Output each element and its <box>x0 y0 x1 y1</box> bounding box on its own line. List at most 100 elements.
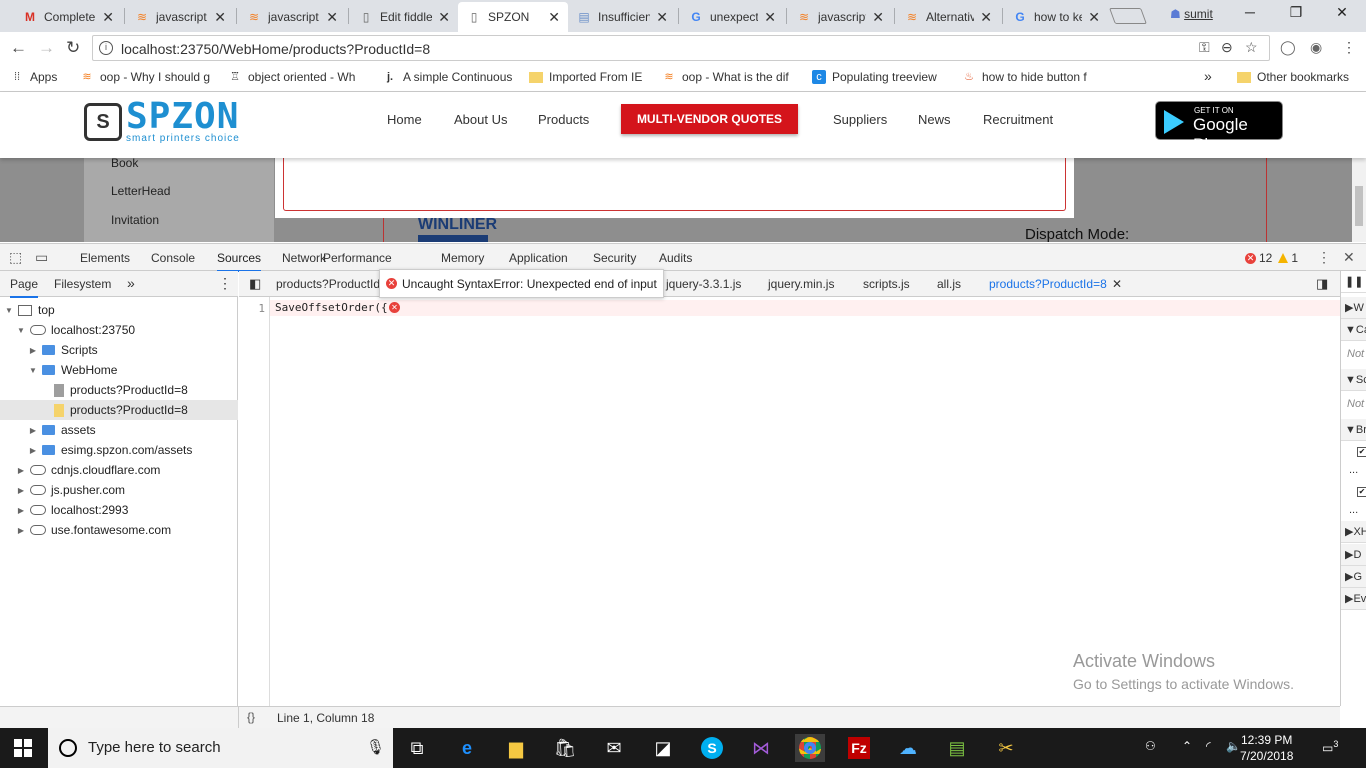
tree-item-products-selected[interactable]: products?ProductId=8 <box>0 400 238 420</box>
spzon-logo[interactable]: S SPZON smart printers choice <box>84 99 240 144</box>
task-view-icon[interactable]: ⧉ <box>402 734 432 762</box>
skype-icon[interactable]: S <box>697 734 727 762</box>
bookmark-item[interactable]: ♖ object oriented - Wh <box>228 70 364 84</box>
nav-home[interactable]: Home <box>387 112 422 127</box>
breakpoint-checkbox[interactable]: ✔ <box>1357 447 1366 457</box>
browser-tab[interactable]: ≋ javascript ✕ <box>126 2 234 32</box>
zoom-icon[interactable]: ⊖ <box>1221 39 1233 56</box>
page-scrollbar[interactable] <box>1352 158 1366 242</box>
close-editor-tab-icon[interactable]: ✕ <box>1112 277 1122 291</box>
app-icon[interactable]: ☁ <box>893 734 923 762</box>
toggle-debugger-icon[interactable]: ◨ <box>1316 276 1328 292</box>
tab-audits[interactable]: Audits <box>659 251 692 265</box>
bookmark-item[interactable]: Other bookmarks <box>1237 70 1349 84</box>
minimize-icon[interactable]: ─ <box>1238 4 1262 20</box>
nav-about-us[interactable]: About Us <box>454 112 507 127</box>
tab-application[interactable]: Application <box>509 251 568 265</box>
editor-tab[interactable]: all.js <box>937 277 961 291</box>
side-link-letterhead[interactable]: LetterHead <box>111 184 170 198</box>
tree-item-cdnjs[interactable]: ▶ cdnjs.cloudflare.com <box>0 460 238 480</box>
close-tab-icon[interactable]: ✕ <box>438 9 450 26</box>
multi-vendor-quotes-button[interactable]: MULTI-VENDOR QUOTES <box>621 104 798 134</box>
browser-tab[interactable]: G how to ke ✕ <box>1004 2 1108 32</box>
browser-tab[interactable]: ▤ Insufficient ✕ <box>568 2 676 32</box>
volume-icon[interactable]: 🔈 <box>1226 739 1241 753</box>
sidebar-section[interactable]: ▶ W <box>1341 297 1366 319</box>
edge-icon[interactable]: e <box>452 734 482 762</box>
tree-item-assets[interactable]: ▶ assets <box>0 420 238 440</box>
breakpoint-checkbox[interactable]: ✔ <box>1357 487 1366 497</box>
close-tab-icon[interactable]: ✕ <box>980 9 992 26</box>
code-line-error[interactable]: SaveOffsetOrder({ ✕ <box>270 300 1340 316</box>
nav-suppliers[interactable]: Suppliers <box>833 112 887 127</box>
bookmark-item[interactable]: c Populating treeview <box>812 70 937 84</box>
editor-tab[interactable]: scripts.js <box>863 277 910 291</box>
visual-studio-icon[interactable]: ⋈ <box>746 734 776 762</box>
bookmark-item[interactable]: ≋ oop - Why I should g <box>80 70 214 84</box>
side-link-book[interactable]: Book <box>111 158 138 170</box>
tree-item-fontawesome[interactable]: ▶ use.fontawesome.com <box>0 520 238 540</box>
close-tab-icon[interactable]: ✕ <box>102 9 114 26</box>
bookmark-item[interactable]: Imported From IE <box>529 70 642 84</box>
scrollbar-thumb[interactable] <box>1355 186 1363 226</box>
sidebar-section[interactable]: ▼ Br <box>1341 419 1366 441</box>
tree-item-products[interactable]: products?ProductId=8 <box>0 380 238 400</box>
sidebar-section[interactable]: ▼ Sc <box>1341 369 1366 391</box>
tab-network[interactable]: Network <box>282 251 326 265</box>
bookmark-item[interactable]: ⁞⁞ Apps <box>10 70 57 84</box>
devtools-close-icon[interactable]: ✕ <box>1343 249 1355 266</box>
filezilla-icon[interactable]: Fz <box>844 734 874 762</box>
inline-error-icon[interactable]: ✕ <box>389 302 400 313</box>
editor-tab[interactable]: jquery-3.3.1.js <box>666 277 741 291</box>
address-bar[interactable]: i localhost:23750/WebHome/products?Produ… <box>92 35 1270 61</box>
browser-tab[interactable]: ≋ Alternative ✕ <box>896 2 1000 32</box>
mail-icon[interactable]: ✉ <box>599 734 629 762</box>
tree-item-pusher[interactable]: ▶ js.pusher.com <box>0 480 238 500</box>
store-icon[interactable]: 🛍 <box>550 734 580 762</box>
device-toggle-icon[interactable]: ▭ <box>35 249 48 266</box>
bookmark-item[interactable]: ♨ how to hide button f <box>962 70 1098 84</box>
reload-icon[interactable]: ↻ <box>66 38 80 58</box>
sticky-notes-icon[interactable]: ◪ <box>648 734 678 762</box>
extension-icon[interactable]: ◉ <box>1310 39 1322 56</box>
taskbar-search[interactable]: Type here to search 🎙 <box>48 728 393 768</box>
tab-performance[interactable]: Performance <box>323 251 392 265</box>
tab-filesystem[interactable]: Filesystem <box>54 277 111 291</box>
sidebar-section[interactable]: ▶ G <box>1341 566 1366 588</box>
close-tab-icon[interactable]: ✕ <box>656 9 668 26</box>
close-tab-icon[interactable]: ✕ <box>764 9 776 26</box>
snipping-tool-icon[interactable]: ✂ <box>991 734 1021 762</box>
tab-memory[interactable]: Memory <box>441 251 484 265</box>
line-number[interactable]: 1 <box>258 302 265 315</box>
people-icon[interactable]: ⚇ <box>1145 739 1156 753</box>
restore-icon[interactable]: ❐ <box>1284 4 1308 21</box>
profile-button[interactable]: ☗ sumit <box>1170 7 1213 21</box>
editor-tab[interactable]: jquery.min.js <box>768 277 834 291</box>
google-play-badge[interactable]: GET IT ON Google Play <box>1155 101 1283 154</box>
close-tab-icon[interactable]: ✕ <box>872 9 884 26</box>
tab-elements[interactable]: Elements <box>80 251 130 265</box>
info-icon[interactable]: i <box>99 41 113 55</box>
new-tab-button[interactable] <box>1109 8 1147 24</box>
tab-sources[interactable]: Sources <box>217 251 262 272</box>
pause-icon[interactable]: ❚❚ <box>1341 271 1366 293</box>
tab-security[interactable]: Security <box>593 251 636 265</box>
close-window-icon[interactable]: ✕ <box>1330 4 1354 21</box>
key-icon[interactable]: ⚿ <box>1199 39 1210 56</box>
navigator-more-button[interactable]: » <box>127 275 135 291</box>
browser-tab[interactable]: ▯ Edit fiddle ✕ <box>350 2 458 32</box>
code-text[interactable]: SaveOffsetOrder({ <box>275 301 388 314</box>
side-link-invitation[interactable]: Invitation <box>111 213 159 227</box>
nav-news[interactable]: News <box>918 112 951 127</box>
error-warning-counter[interactable]: ✕ 12 1 <box>1245 251 1298 265</box>
close-tab-icon[interactable]: ✕ <box>214 9 226 26</box>
close-tab-icon[interactable]: ✕ <box>1088 9 1100 26</box>
sidebar-section[interactable]: ▼ Ca <box>1341 319 1366 341</box>
tree-item-esimg-assets[interactable]: ▶ esimg.spzon.com/assets <box>0 440 238 460</box>
close-tab-icon[interactable]: ✕ <box>548 9 560 26</box>
bookmark-star-icon[interactable]: ☆ <box>1245 39 1258 56</box>
browser-tab[interactable]: ≋ javascript ✕ <box>238 2 346 32</box>
show-hidden-icons[interactable]: ⌃ <box>1182 739 1192 753</box>
close-tab-icon[interactable]: ✕ <box>326 9 338 26</box>
sidebar-section[interactable]: ▶ Ev <box>1341 588 1366 610</box>
